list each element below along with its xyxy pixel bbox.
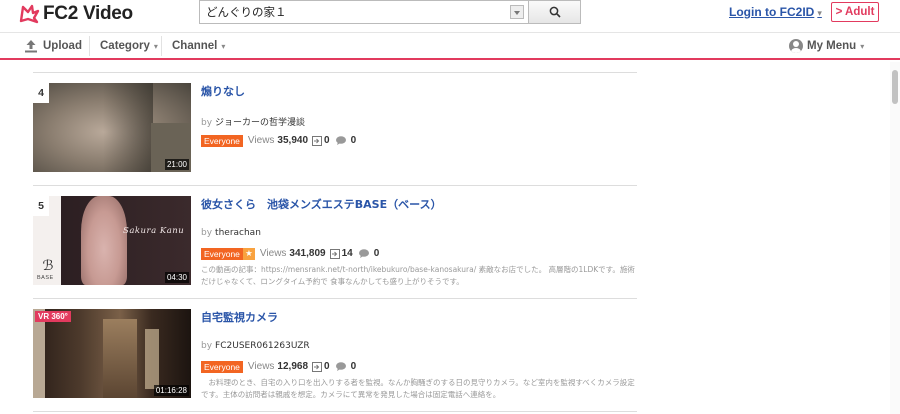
by-label: by: [201, 228, 213, 238]
uploader-line: by ジョーカーの哲学漫談: [201, 115, 305, 128]
thumbnail-shade: [103, 319, 137, 398]
login-label[interactable]: Login to FC2ID: [729, 5, 814, 19]
rank-badge: 4: [33, 83, 49, 103]
rating-badge: Everyone: [201, 360, 243, 373]
duration-label: 21:00: [164, 159, 189, 170]
video-title-link[interactable]: 彼女さくら 池袋メンズエステBASE（ベース）: [201, 196, 442, 212]
video-title-link[interactable]: 自宅監視カメラ: [201, 309, 278, 325]
rating-badge: Everyone: [201, 134, 243, 147]
chevron-down-icon: ▾: [153, 41, 158, 51]
video-stats: Everyone Views 12,968 0 0: [201, 360, 356, 373]
video-description: お料理のとき、自宅の入り口を出入りする者を監視。なんか胸騒ぎのする日の見守りカメ…: [201, 378, 635, 399]
video-thumbnail[interactable]: 4 21:00: [33, 83, 191, 172]
views-count: 12,968: [277, 361, 309, 372]
chevron-down-icon: ▾: [221, 41, 226, 51]
login-link[interactable]: Login to FC2ID ▾: [729, 5, 822, 19]
brand-name: FC2 Video: [43, 3, 133, 24]
comment-count: 0: [350, 135, 357, 146]
clip-count: 14: [341, 248, 353, 259]
channel-menu[interactable]: Channel ▾: [172, 33, 225, 59]
uploader-link[interactable]: ジョーカーの哲学漫談: [215, 118, 305, 128]
search-value[interactable]: どんぐりの家１: [200, 4, 510, 20]
search-button[interactable]: [529, 0, 581, 24]
upload-label: Upload: [43, 40, 82, 52]
thumbnail-shade: [103, 83, 153, 172]
rank-badge: 5: [33, 196, 49, 216]
list-divider: [33, 185, 637, 186]
user-icon: [789, 39, 803, 53]
uploader-line: by therachan: [201, 228, 261, 238]
scrollbar-thumb[interactable]: [892, 70, 898, 104]
video-thumbnail[interactable]: VR 360° 01:16:28: [33, 309, 191, 398]
uploader-line: by FC2USER061263UZR: [201, 341, 310, 351]
comment-count: 0: [373, 248, 380, 259]
nav-divider: [161, 36, 162, 56]
star-icon: ★: [242, 247, 255, 260]
search-icon: [549, 6, 561, 18]
by-label: by: [201, 118, 213, 128]
category-menu[interactable]: Category ▾: [100, 33, 158, 59]
search-input[interactable]: どんぐりの家１: [199, 0, 529, 24]
by-label: by: [201, 341, 213, 351]
clip-count: 0: [324, 135, 330, 146]
video-thumbnail[interactable]: Sakura Kanu ℬ BASE 5 04:30: [33, 196, 191, 285]
vr-badge: VR 360°: [35, 311, 71, 322]
category-label: Category: [100, 40, 150, 52]
uploader-link[interactable]: FC2USER061263UZR: [215, 341, 310, 351]
video-stats: Everyone Views 35,940 0 0: [201, 134, 356, 147]
upload-button[interactable]: Upload: [24, 33, 82, 59]
thumbnail-shade: [145, 329, 159, 389]
adult-button[interactable]: > Adult: [831, 2, 879, 22]
clip-icon: [312, 361, 323, 372]
search-history-dropdown[interactable]: [510, 5, 524, 19]
base-logo: ℬ: [42, 258, 54, 274]
views-label: Views: [259, 248, 287, 259]
fc2-bird-icon: [19, 4, 40, 24]
thumbnail-caption: Sakura Kanu: [123, 226, 185, 236]
views-label: Views: [247, 135, 275, 146]
duration-label: 01:16:28: [153, 385, 189, 396]
chevron-down-icon: ▾: [817, 8, 822, 18]
rating-badge: Everyone: [201, 247, 243, 260]
main-nav: Upload Category ▾ Channel ▾ My Menu ▾: [0, 32, 900, 60]
clip-icon: [312, 135, 323, 146]
nav-divider: [89, 36, 90, 56]
list-divider: [33, 411, 637, 412]
views-count: 341,809: [289, 248, 326, 259]
comment-icon: [335, 362, 346, 371]
upload-icon: [25, 40, 37, 53]
list-divider: [33, 298, 637, 299]
my-menu[interactable]: My Menu ▾: [789, 33, 864, 59]
thumbnail-shade: [81, 196, 127, 285]
my-menu-label: My Menu: [807, 40, 857, 52]
thumbnail-shade: [33, 309, 45, 398]
views-count: 35,940: [277, 135, 309, 146]
uploader-link[interactable]: therachan: [215, 228, 261, 238]
comment-count: 0: [350, 361, 357, 372]
top-header: FC2 Video どんぐりの家１ Login to FC2ID ▾ > Adul…: [0, 0, 900, 28]
clip-count: 0: [324, 361, 330, 372]
clip-icon: [329, 248, 340, 259]
duration-label: 04:30: [164, 272, 189, 283]
chevron-down-icon: ▾: [860, 41, 865, 51]
comment-icon: [358, 249, 369, 258]
fc2-logo[interactable]: FC2 Video: [18, 2, 133, 26]
video-stats: Everyone ★ Views 341,809 14 0: [201, 247, 379, 260]
list-divider: [33, 72, 637, 73]
comment-icon: [335, 136, 346, 145]
video-title-link[interactable]: 煽りなし: [201, 83, 245, 99]
views-label: Views: [247, 361, 275, 372]
channel-label: Channel: [172, 40, 218, 52]
base-logo-text: BASE: [37, 275, 54, 281]
video-description: この動画の記事：https://mensrank.net/t-north/ike…: [201, 265, 635, 286]
page-scrollbar[interactable]: [890, 62, 900, 414]
